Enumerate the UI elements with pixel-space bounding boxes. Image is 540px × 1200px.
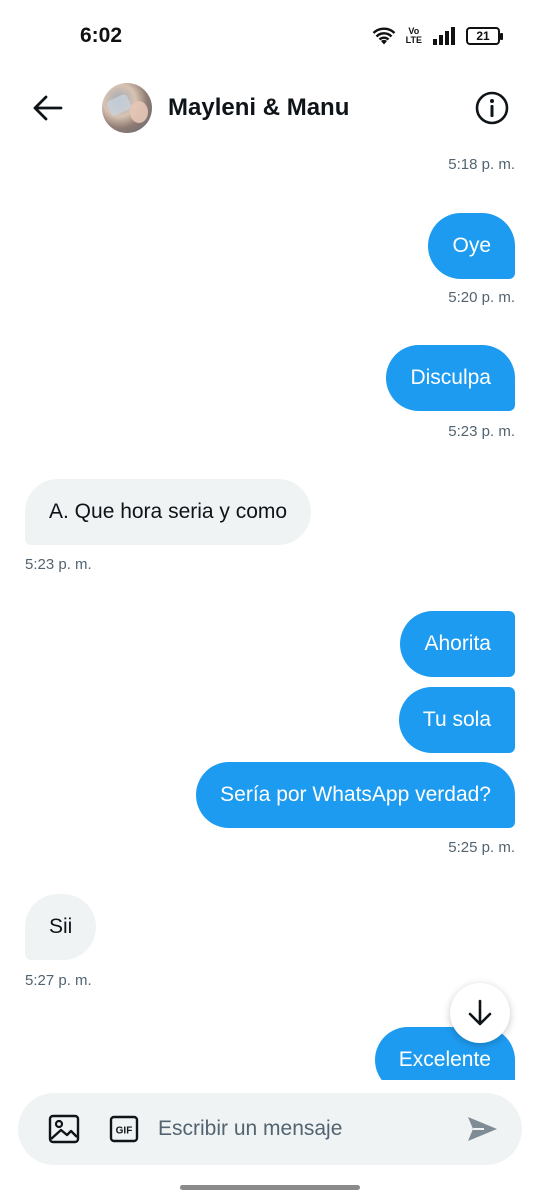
message-timestamp: 5:27 p. m. (25, 972, 92, 989)
received-message-bubble[interactable]: Sii (25, 894, 97, 960)
conversation-header: Mayleni & Manu (0, 72, 540, 144)
sent-message-bubble[interactable]: Disculpa (386, 345, 515, 411)
message-timestamp: 5:18 p. m. (448, 156, 515, 173)
message-timestamp: 5:25 p. m. (448, 839, 515, 856)
wifi-icon (372, 27, 395, 45)
received-message-bubble[interactable]: A. Que hora seria y como (25, 479, 312, 545)
status-time: 6:02 (80, 24, 123, 47)
message-composer: GIF (18, 1093, 522, 1165)
back-button[interactable] (26, 88, 70, 128)
battery-level: 21 (476, 29, 490, 43)
info-icon[interactable] (474, 90, 510, 126)
battery-icon: 21 (466, 27, 503, 45)
signal-icon (433, 27, 455, 45)
message-list[interactable]: 5:18 p. m. Oye 5:20 p. m. Disculpa 5:23 … (0, 144, 540, 1080)
avatar[interactable] (102, 83, 152, 133)
sent-message-bubble[interactable]: Oye (428, 213, 515, 279)
message-timestamp: 5:23 p. m. (448, 423, 515, 440)
arrow-left-icon (33, 95, 63, 121)
conversation-title[interactable]: Mayleni & Manu (168, 94, 349, 122)
scroll-to-bottom-button[interactable] (450, 983, 510, 1043)
volte-indicator: Vo LTE (406, 27, 422, 45)
message-timestamp: 5:20 p. m. (448, 289, 515, 306)
sent-message-bubble[interactable]: Tu sola (398, 687, 515, 753)
message-timestamp: 5:23 p. m. (25, 556, 92, 573)
volte-line2: LTE (405, 35, 422, 45)
status-icons: Vo LTE 21 (372, 24, 503, 48)
image-icon[interactable] (46, 1111, 82, 1147)
gif-label: GIF (116, 1126, 133, 1137)
home-indicator[interactable] (180, 1185, 360, 1190)
gif-icon[interactable]: GIF (108, 1113, 140, 1145)
send-icon[interactable] (464, 1111, 500, 1147)
message-input[interactable] (158, 1111, 448, 1147)
sent-message-bubble[interactable]: Sería por WhatsApp verdad? (196, 762, 515, 828)
status-bar: 6:02 Vo LTE 21 (0, 0, 540, 72)
arrow-down-icon (468, 999, 492, 1026)
sent-message-bubble[interactable]: Ahorita (400, 611, 515, 677)
